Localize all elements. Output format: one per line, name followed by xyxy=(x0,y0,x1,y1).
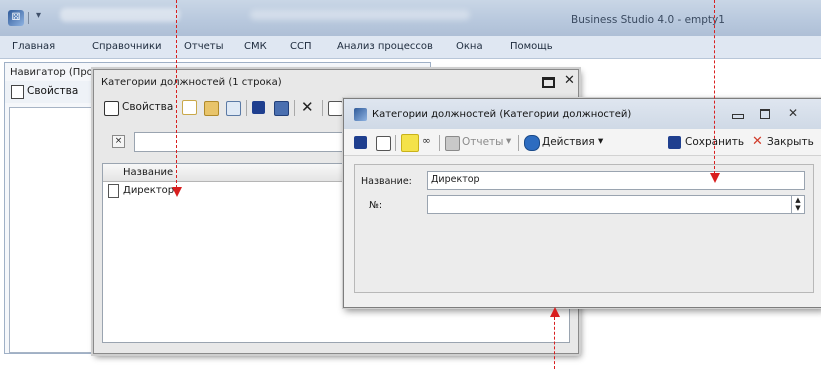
annotation-line xyxy=(176,0,177,188)
navigator-title: Навигатор (Про xyxy=(10,67,93,78)
edit-window-title: Категории должностей (Категории должност… xyxy=(372,109,632,120)
save-icon xyxy=(668,136,681,149)
menu-item-home[interactable]: Главная xyxy=(12,41,55,52)
actions-button[interactable]: Действия xyxy=(542,136,595,148)
toolbar-separator xyxy=(246,100,247,116)
toolbar-separator xyxy=(294,100,295,116)
list-window-title: Категории должностей (1 строка) xyxy=(101,77,282,88)
menu-item-reports[interactable]: Отчеты xyxy=(184,41,223,52)
menu-item-ssp[interactable]: ССП xyxy=(290,41,311,52)
print-icon xyxy=(445,136,460,151)
annotation-arrow-down xyxy=(172,187,182,197)
menu-bar: Главная Справочники Отчеты СМК ССП Анали… xyxy=(0,36,821,59)
app-titlebar: ⚄ ▾ Business Studio 4.0 - empty1 xyxy=(0,0,821,36)
menu-item-windows[interactable]: Окна xyxy=(456,41,483,52)
new-item-icon[interactable] xyxy=(182,100,197,115)
chevron-up-icon[interactable]: ▲ xyxy=(792,196,804,204)
save-icon[interactable] xyxy=(252,101,265,114)
menu-item-smk[interactable]: СМК xyxy=(244,41,267,52)
toolbar-separator xyxy=(439,135,440,151)
annotation-line xyxy=(554,317,555,369)
menu-item-help[interactable]: Помощь xyxy=(510,41,553,52)
document-icon[interactable] xyxy=(328,101,343,116)
annotation-line xyxy=(714,0,715,174)
chevron-down-icon: ▾ xyxy=(506,135,512,147)
quick-access-dropdown-icon[interactable]: ▾ xyxy=(36,10,41,21)
copy-icon[interactable] xyxy=(226,101,241,116)
document-icon[interactable] xyxy=(376,136,391,151)
chevron-down-icon[interactable]: ▼ xyxy=(792,204,804,212)
navigator-properties-button[interactable]: Свойства xyxy=(27,85,78,97)
category-edit-window: Категории должностей (Категории должност… xyxy=(343,98,821,308)
hierarchy-icon[interactable] xyxy=(401,134,419,152)
app-title: Business Studio 4.0 - empty1 xyxy=(571,14,725,26)
annotation-arrow-up xyxy=(550,307,560,317)
close-button[interactable]: Закрыть xyxy=(767,136,814,148)
chevron-down-icon: ▾ xyxy=(598,135,604,147)
app-logo-icon[interactable]: ⚄ xyxy=(8,10,24,26)
properties-icon xyxy=(104,101,119,116)
maximize-icon[interactable] xyxy=(760,109,770,119)
spin-buttons[interactable]: ▲ ▼ xyxy=(791,196,804,213)
name-field-value: Директор xyxy=(431,174,480,185)
toolbar-separator xyxy=(518,135,519,151)
cell-name[interactable]: Директор xyxy=(123,185,174,196)
navigator-tree[interactable] xyxy=(9,107,103,353)
toolbar-separator xyxy=(322,100,323,116)
menu-item-process-analysis[interactable]: Анализ процессов xyxy=(337,41,433,52)
actions-icon xyxy=(524,135,540,151)
reports-button[interactable]: Отчеты xyxy=(462,136,503,148)
number-label: №: xyxy=(369,200,383,211)
titlebar-blur-region xyxy=(250,10,470,20)
close-icon[interactable]: ✕ xyxy=(564,73,575,88)
number-stepper[interactable]: ▲ ▼ xyxy=(427,195,805,214)
close-icon: ✕ xyxy=(752,134,763,149)
name-field[interactable]: Директор xyxy=(427,171,805,190)
column-header-name[interactable]: Название xyxy=(123,167,173,178)
save-icon[interactable] xyxy=(354,136,367,149)
category-form: Название: Директор №: ▲ ▼ xyxy=(354,164,814,293)
close-icon[interactable]: ✕ xyxy=(788,106,798,120)
document-icon xyxy=(108,184,119,198)
folder-icon[interactable] xyxy=(204,101,219,116)
name-label: Название: xyxy=(361,176,412,187)
delete-icon[interactable]: ✕ xyxy=(301,98,314,116)
properties-icon xyxy=(11,85,24,99)
save-all-icon[interactable] xyxy=(274,101,289,116)
minimize-icon[interactable] xyxy=(732,114,744,119)
app-logo-icon xyxy=(354,108,367,121)
clear-filter-button[interactable]: × xyxy=(112,135,125,148)
link-icon[interactable]: ∞ xyxy=(422,135,431,147)
quick-access-separator xyxy=(28,12,29,24)
annotation-arrow-down xyxy=(710,173,720,183)
list-properties-button[interactable]: Свойства xyxy=(122,101,173,113)
toolbar-separator xyxy=(395,135,396,151)
titlebar-blur-region xyxy=(60,8,180,22)
edit-window-titlebar: Категории должностей (Категории должност… xyxy=(344,99,821,129)
edit-toolbar: ∞ Отчеты ▾ Действия ▾ Сохранить ✕ Закрыт… xyxy=(344,129,821,156)
menu-item-references[interactable]: Справочники xyxy=(92,41,162,52)
maximize-icon[interactable] xyxy=(542,77,555,88)
